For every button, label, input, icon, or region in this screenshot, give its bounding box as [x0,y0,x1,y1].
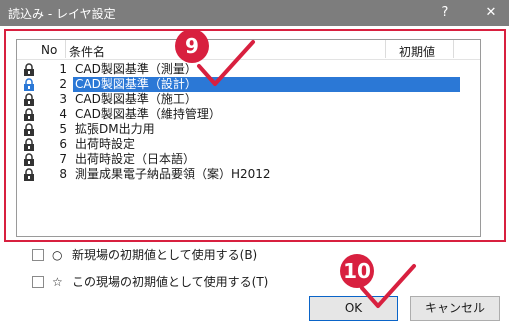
row-name: CAD製図基準（測量） [75,62,197,76]
column-header-default[interactable]: 初期値 [399,43,435,60]
list-item[interactable]: 5 拡張DM出力用 [17,122,480,137]
row-name: 出荷時設定（日本語） [75,152,196,166]
row-number: 2 [59,77,67,91]
lock-icon [24,153,34,166]
star-icon: ☆ [52,275,63,289]
lock-icon [24,63,34,76]
window-title: 読込み - レイヤ設定 [8,7,116,21]
row-name: 拡張DM出力用 [75,122,155,136]
close-button[interactable]: ✕ [476,0,506,26]
lock-icon [24,108,34,121]
help-button[interactable]: ? [430,0,460,26]
row-name: 出荷時設定 [75,137,136,151]
lock-icon [24,138,34,151]
row-number: 5 [59,122,67,136]
list-item[interactable]: 7 出荷時設定（日本語） [17,152,480,167]
row-number: 1 [59,62,67,76]
option-label: この現場の初期値として使用する(T) [72,275,269,289]
row-name: CAD製図基準（維持管理） [75,107,221,121]
circle-icon: ○ [52,248,63,262]
list-item[interactable]: 8 測量成果電子納品要領（案）H2012 [17,167,480,182]
row-number: 8 [59,167,67,181]
list-item[interactable]: 3 CAD製図基準（施工） [17,92,480,107]
column-header-no[interactable]: No [41,43,57,57]
row-number: 6 [59,137,67,151]
lock-icon [24,123,34,136]
lock-icon [24,168,34,181]
cancel-button[interactable]: キャンセル [410,296,500,321]
checkmark-icon [360,264,416,308]
row-number: 3 [59,92,67,106]
list-item[interactable]: 6 出荷時設定 [17,137,480,152]
checkbox[interactable] [32,276,44,288]
checkbox[interactable] [32,249,44,261]
row-number: 4 [59,107,67,121]
column-header-name[interactable]: 条件名 [69,43,105,60]
list-item[interactable]: 4 CAD製図基準（維持管理） [17,107,480,122]
column-separator [385,40,386,58]
lock-icon [24,78,34,91]
lock-icon [24,93,34,106]
row-name: 測量成果電子納品要領（案）H2012 [75,167,271,181]
row-number: 7 [59,152,67,166]
column-separator [453,40,454,58]
title-bar: 読込み - レイヤ設定 ? ✕ [0,0,509,26]
row-name: CAD製図基準（設計） [73,77,460,92]
checkmark-icon [197,40,255,86]
row-name: CAD製図基準（施工） [75,92,197,106]
column-separator [65,40,66,58]
option-label: 新現場の初期値として使用する(B) [72,248,258,262]
